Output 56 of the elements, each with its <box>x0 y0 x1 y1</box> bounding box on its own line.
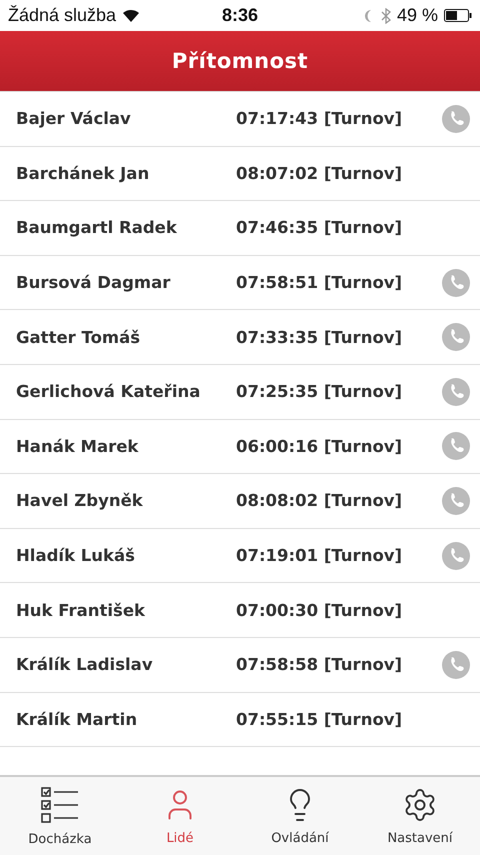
screen-title: Přítomnost <box>172 49 308 73</box>
arrival-time: 08:07:02 [Turnov] <box>236 164 404 183</box>
person-row[interactable]: Baumgartl Radek 07:46:35 [Turnov] <box>0 201 480 256</box>
person-row[interactable]: Bursová Dagmar 07:58:51 [Turnov] <box>0 256 480 310</box>
checklist-icon <box>40 786 80 824</box>
carrier-label: Žádná služba <box>8 5 116 26</box>
person-name: Bursová Dagmar <box>16 273 172 292</box>
arrival-time: 07:19:01 [Turnov] <box>236 546 404 566</box>
arrival-time: 07:25:35 [Turnov] <box>236 382 404 402</box>
person-name: Hladík Lukáš <box>16 546 136 566</box>
person-name: Huk František <box>16 600 146 620</box>
arrival-time: 07:55:15 [Turnov] <box>236 710 404 729</box>
person-row[interactable]: Havel Zbyněk 08:08:02 [Turnov] <box>0 474 480 529</box>
arrival-time: 07:33:35 [Turnov] <box>236 328 404 347</box>
battery-icon <box>444 9 472 22</box>
phone-icon[interactable] <box>442 542 470 570</box>
person-name: Hanák Marek <box>16 436 140 456</box>
arrival-time: 08:08:02 [Turnov] <box>236 491 404 510</box>
person-name: Gerlichová Kateřina <box>16 382 202 402</box>
person-name: Havel Zbyněk <box>16 491 144 510</box>
arrival-time: 06:00:16 [Turnov] <box>236 436 404 456</box>
person-row[interactable]: Huk František 07:00:30 [Turnov] <box>0 583 480 638</box>
arrival-time: 07:58:51 [Turnov] <box>236 273 404 292</box>
phone-icon[interactable] <box>442 650 470 679</box>
arrival-time: 07:17:43 [Turnov] <box>236 109 404 128</box>
wifi-icon <box>122 8 140 22</box>
phone-icon[interactable] <box>442 104 470 133</box>
person-row[interactable]: Gerlichová Kateřina 07:25:35 [Turnov] <box>0 364 480 420</box>
arrival-time: 07:58:58 [Turnov] <box>236 655 404 674</box>
battery-percentage: 49 % <box>396 5 438 26</box>
person-row[interactable]: Gatter Tomáš 07:33:35 [Turnov] <box>0 310 480 365</box>
person-row[interactable]: Hladík Lukáš 07:19:01 [Turnov] <box>0 528 480 584</box>
person-row[interactable]: Barchánek Jan 08:07:02 [Turnov] <box>0 146 480 202</box>
phone-icon[interactable] <box>442 323 470 352</box>
tab[interactable]: Nastavení <box>360 777 480 855</box>
person-row[interactable]: Králík Martin 07:55:15 [Turnov] <box>0 692 480 748</box>
tab[interactable]: Docházka <box>0 777 120 855</box>
bluetooth-icon <box>380 8 391 24</box>
arrival-time: 07:00:30 [Turnov] <box>236 600 404 620</box>
tab[interactable]: Ovládání <box>240 777 360 855</box>
person-row[interactable]: Bajer Václav 07:17:43 [Turnov] <box>0 92 480 147</box>
person-name: Králík Martin <box>16 710 138 729</box>
person-name: Baumgartl Radek <box>16 218 178 238</box>
person-row[interactable]: Králík Ladislav 07:58:58 [Turnov] <box>0 638 480 693</box>
phone-icon[interactable] <box>442 432 470 460</box>
person-row[interactable]: Hanák Marek 06:00:16 [Turnov] <box>0 420 480 474</box>
phone-icon[interactable] <box>442 378 470 406</box>
person-name: Králík Ladislav <box>16 655 154 674</box>
person-name: Barchánek Jan <box>16 164 150 183</box>
tab[interactable]: Lidé <box>120 777 240 855</box>
phone-icon[interactable] <box>442 268 470 297</box>
arrival-time: 07:46:35 [Turnov] <box>236 218 404 238</box>
clock: 8:36 <box>222 5 258 26</box>
person-name: Gatter Tomáš <box>16 328 142 347</box>
phone-icon[interactable] <box>442 486 470 515</box>
person-name: Bajer Václav <box>16 109 132 128</box>
